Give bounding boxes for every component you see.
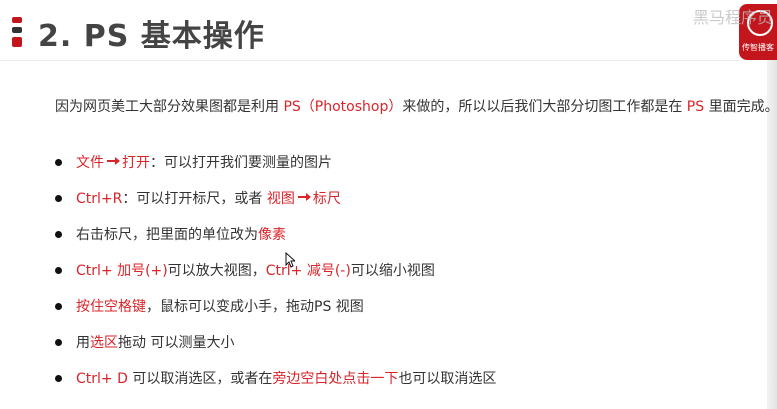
shortcut-text: Ctrl+ 加号(+) (76, 263, 168, 279)
item-text: 拖动 可以测量大小 (118, 335, 235, 351)
intro-text: 里面完成。 (704, 99, 777, 115)
list-item: 按住空格键，鼠标可以变成小手，拖动PS 视图 (55, 296, 496, 332)
bullet-dot-icon (55, 375, 62, 382)
item-text: 也可以取消选区 (398, 371, 497, 387)
list-item: Ctrl+R：可以打开标尺，或者 视图 标尺 (55, 188, 496, 224)
shortcut-text: 按住空格键 (76, 299, 146, 315)
item-text: 可以取消选区，或者在 (127, 371, 273, 387)
slide: 2. PS 基本操作 传智播客 黑马程序员 因为网页美工大部分效果图都是利用 P… (0, 0, 777, 409)
list-item: Ctrl+ D 可以取消选区，或者在旁边空白处点击一下也可以取消选区 (55, 368, 496, 404)
menu-name: 标尺 (312, 191, 341, 207)
title-decoration-bar (12, 17, 22, 23)
highlight-text: 旁边空白处点击一下 (272, 371, 399, 387)
bullet-dot-icon (55, 267, 62, 274)
highlight-text: 选区 (90, 335, 118, 351)
menu-name: 文件 (76, 155, 104, 171)
shortcut-text: Ctrl+ D (76, 371, 128, 387)
operations-list: 文件 打开：可以打开我们要测量的图片 Ctrl+R：可以打开标尺，或者 视图 标尺 … (55, 152, 496, 404)
right-arrow-icon (297, 193, 311, 201)
intro-text: 来做的，所以以后我们大部分切图工作都是在 (402, 99, 687, 115)
item-text: 用 (76, 335, 90, 351)
list-item: 右击标尺，把里面的单位改为像素 (55, 224, 496, 260)
shortcut-text: Ctrl+ 减号(-) (265, 263, 351, 279)
item-text: ，鼠标可以变成小手，拖动PS 视图 (146, 299, 364, 315)
item-text: 可以放大视图， (167, 263, 266, 279)
menu-name: 打开 (122, 155, 150, 171)
right-arrow-icon (107, 157, 120, 165)
page-title: 2. PS 基本操作 (38, 19, 265, 54)
intro-highlight: PS（Photoshop） (283, 99, 403, 115)
title-decoration-bar (12, 37, 22, 47)
intro-text: 因为网页美工大部分效果图都是利用 (55, 99, 284, 115)
bullet-dot-icon (55, 231, 62, 238)
item-text: ：可以打开标尺，或者 (122, 191, 267, 207)
shortcut-text: Ctrl+R (76, 191, 123, 207)
item-text: 右击标尺，把里面的单位改为 (76, 227, 258, 243)
highlight-text: 像素 (258, 227, 286, 243)
bullet-dot-icon (55, 159, 62, 166)
bullet-dot-icon (55, 303, 62, 310)
list-item: 用选区拖动 可以测量大小 (55, 332, 496, 368)
title-divider (0, 60, 740, 61)
bullet-dot-icon (55, 339, 62, 346)
watermark-text: 黑马程序员 (692, 8, 773, 27)
bullet-dot-icon (55, 195, 62, 202)
item-text: ：可以打开我们要测量的图片 (150, 155, 332, 171)
list-item: Ctrl+ 加号(+)可以放大视图，Ctrl+ 减号(-)可以缩小视图 (55, 260, 496, 296)
intro-paragraph: 因为网页美工大部分效果图都是利用 PS（Photoshop）来做的，所以以后我们… (55, 96, 777, 116)
intro-highlight: PS (686, 99, 705, 115)
title-decoration-icon (12, 17, 22, 47)
list-item: 文件 打开：可以打开我们要测量的图片 (55, 152, 496, 188)
brand-logo-text: 传智播客 (742, 43, 774, 52)
item-text: 可以缩小视图 (350, 263, 435, 279)
title-decoration-bar (12, 27, 22, 33)
menu-name: 视图 (266, 191, 295, 207)
mouse-pointer-icon (285, 252, 295, 268)
